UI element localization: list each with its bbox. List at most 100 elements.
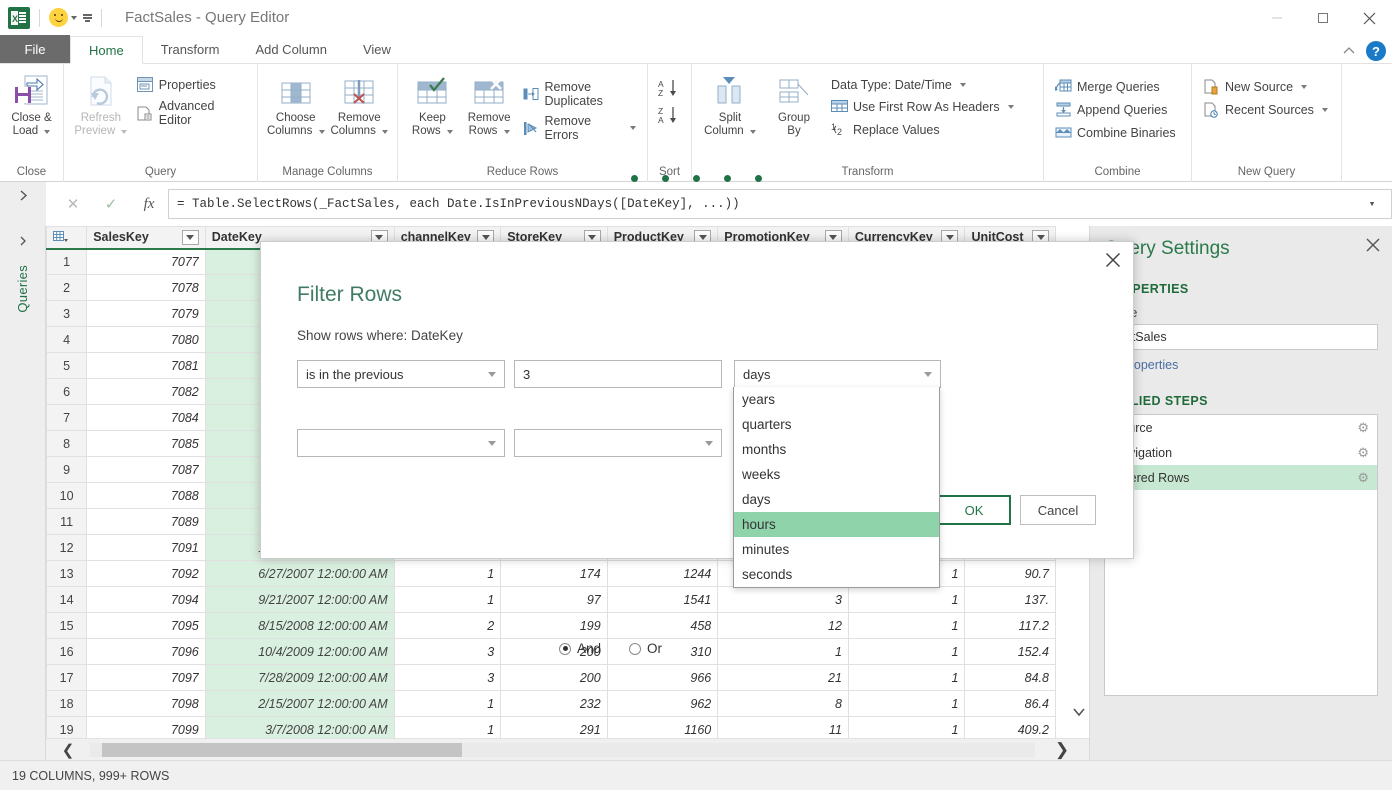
new-source-button[interactable]: New Source [1198, 75, 1333, 98]
scroll-right-button[interactable]: ❯ [1035, 740, 1089, 760]
cell-unitcost[interactable]: 86.4 [965, 691, 1056, 717]
cell-datekey[interactable]: 2/15/2007 12:00:00 AM [205, 691, 394, 717]
remove-rows-button[interactable]: RemoveRows [461, 71, 518, 140]
horizontal-scrollbar[interactable]: ❮ ❯ [46, 738, 1089, 760]
cell-saleskey[interactable]: 7092 [87, 561, 206, 587]
all-properties-link[interactable]: All Properties [1104, 358, 1378, 372]
minimize-button[interactable] [1254, 0, 1300, 36]
unit-dropdown-list[interactable]: yearsquartersmonthsweeksdayshoursminutes… [733, 387, 940, 588]
cell-currencykey[interactable]: 1 [848, 587, 965, 613]
unit-option-days[interactable]: days [734, 487, 939, 512]
hscroll-thumb[interactable] [102, 743, 462, 757]
remove-errors-button[interactable]: Remove Errors [518, 111, 641, 145]
remove-columns-button[interactable]: RemoveColumns [328, 71, 392, 140]
unit-option-hours[interactable]: hours [734, 512, 939, 537]
cancel-button[interactable]: Cancel [1020, 495, 1096, 525]
second-count-dropdown[interactable] [514, 429, 722, 457]
data-type-caret-icon[interactable] [960, 83, 966, 87]
cell-saleskey[interactable]: 7094 [87, 587, 206, 613]
applied-step-source[interactable]: Source ⚙ [1105, 415, 1377, 440]
table-row[interactable]: 16709610/4/2009 12:00:00 AM320031011152.… [47, 639, 1056, 665]
tab-view[interactable]: View [345, 35, 409, 63]
chevron-down-icon[interactable] [705, 441, 713, 446]
cell-saleskey[interactable]: 7079 [87, 301, 206, 327]
chevron-down-icon[interactable] [924, 372, 932, 377]
cell-unitcost[interactable]: 152.4 [965, 639, 1056, 665]
cell-saleskey[interactable]: 7081 [87, 353, 206, 379]
column-header-saleskey[interactable]: SalesKey [87, 227, 206, 249]
tab-home[interactable]: Home [70, 36, 143, 64]
cell-channelkey[interactable]: 1 [394, 587, 501, 613]
dialog-close-button[interactable] [1105, 252, 1121, 271]
formula-input[interactable]: = Table.SelectRows(_FactSales, each Date… [168, 189, 1392, 219]
customize-qat-button[interactable] [83, 14, 92, 21]
help-button[interactable]: ? [1366, 41, 1386, 61]
count-input[interactable]: 3 [514, 360, 722, 388]
close-and-load-button[interactable]: Close &Load [6, 71, 57, 140]
advanced-editor-button[interactable]: Advanced Editor [132, 96, 251, 130]
cell-saleskey[interactable]: 7088 [87, 483, 206, 509]
cell-saleskey[interactable]: 7082 [87, 379, 206, 405]
table-row[interactable]: 1570958/15/2008 12:00:00 AM2199458121117… [47, 613, 1056, 639]
select-all-columns-button[interactable] [47, 227, 87, 249]
radio-or[interactable]: Or [629, 641, 662, 656]
cell-currencykey[interactable]: 1 [848, 665, 965, 691]
combine-binaries-button[interactable]: Combine Binaries [1050, 121, 1181, 144]
radio-and[interactable]: And [559, 641, 601, 656]
cell-storekey[interactable]: 232 [501, 691, 608, 717]
tab-transform[interactable]: Transform [143, 35, 238, 63]
smiley-dropdown-caret-icon[interactable] [71, 16, 77, 20]
cell-unitcost[interactable]: 84.8 [965, 665, 1056, 691]
merge-queries-button[interactable]: Merge Queries [1050, 75, 1181, 98]
cell-promotionkey[interactable]: 8 [718, 691, 849, 717]
cell-channelkey[interactable]: 1 [394, 561, 501, 587]
cell-saleskey[interactable]: 7089 [87, 509, 206, 535]
remove-duplicates-button[interactable]: Remove Duplicates [518, 77, 641, 111]
keep-rows-button[interactable]: KeepRows [404, 71, 461, 140]
cell-channelkey[interactable]: 3 [394, 665, 501, 691]
tab-add-column[interactable]: Add Column [237, 35, 345, 63]
cancel-formula-icon[interactable]: ✕ [54, 189, 92, 219]
filter-button-saleskey[interactable] [182, 230, 199, 245]
cell-saleskey[interactable]: 7097 [87, 665, 206, 691]
cell-channelkey[interactable]: 2 [394, 613, 501, 639]
cell-productkey[interactable]: 962 [607, 691, 718, 717]
cell-saleskey[interactable]: 7077 [87, 249, 206, 275]
accept-formula-icon[interactable]: ✓ [92, 189, 130, 219]
cell-currencykey[interactable]: 1 [848, 691, 965, 717]
properties-button[interactable]: Properties [132, 73, 251, 96]
remove-errors-caret-icon[interactable] [630, 126, 636, 130]
cell-productkey[interactable]: 966 [607, 665, 718, 691]
gear-icon[interactable]: ⚙ [1357, 445, 1369, 461]
cell-storekey[interactable]: 200 [501, 665, 608, 691]
hscroll-track[interactable] [90, 743, 1035, 757]
split-column-button[interactable]: SplitColumn [698, 71, 762, 140]
second-condition-dropdown[interactable] [297, 429, 505, 457]
cell-productkey[interactable]: 458 [607, 613, 718, 639]
unit-option-minutes[interactable]: minutes [734, 537, 939, 562]
cell-saleskey[interactable]: 7080 [87, 327, 206, 353]
sort-ascending-button[interactable]: AZ [658, 76, 682, 103]
choose-columns-button[interactable]: ChooseColumns [264, 71, 328, 140]
query-settings-close-button[interactable] [1366, 238, 1380, 255]
table-row[interactable]: 1870982/15/2007 12:00:00 AM12329628186.4 [47, 691, 1056, 717]
cell-saleskey[interactable]: 7098 [87, 691, 206, 717]
cell-unitcost[interactable]: 90.7 [965, 561, 1056, 587]
gear-icon[interactable]: ⚙ [1357, 420, 1369, 436]
unit-option-years[interactable]: years [734, 387, 939, 412]
condition-dropdown[interactable]: is in the previous [297, 360, 505, 388]
cell-promotionkey[interactable]: 21 [718, 665, 849, 691]
use-first-row-caret-icon[interactable] [1008, 105, 1014, 109]
collapse-ribbon-button[interactable] [1342, 44, 1356, 59]
maximize-button[interactable] [1300, 0, 1346, 36]
applied-step-navigation[interactable]: Navigation ⚙ [1105, 440, 1377, 465]
use-first-row-as-headers-button[interactable]: Use First Row As Headers [826, 95, 1019, 118]
append-queries-button[interactable]: Append Queries [1050, 98, 1181, 121]
cell-storekey[interactable]: 199 [501, 613, 608, 639]
cell-storekey[interactable]: 97 [501, 587, 608, 613]
cell-productkey[interactable]: 1541 [607, 587, 718, 613]
cell-datekey[interactable]: 7/28/2009 12:00:00 AM [205, 665, 394, 691]
ok-button[interactable]: OK [937, 495, 1011, 525]
cell-currencykey[interactable]: 1 [848, 639, 965, 665]
replace-values-button[interactable]: 12 Replace Values [826, 118, 1019, 141]
